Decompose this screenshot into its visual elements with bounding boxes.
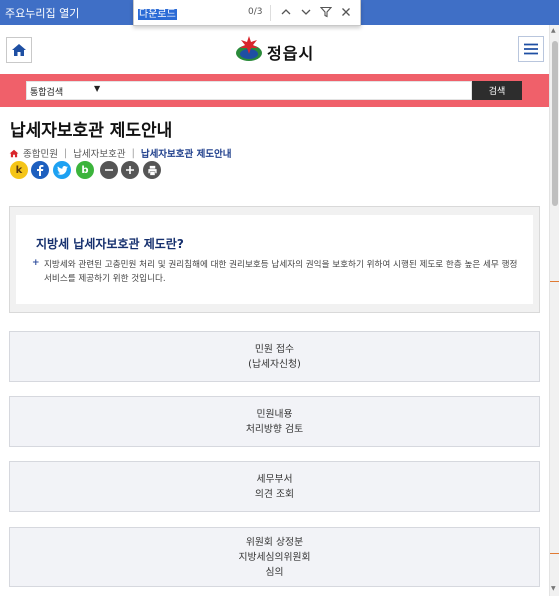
scroll-down-arrow-icon[interactable]: ▼: [551, 585, 556, 592]
step-line: 민원내용: [256, 408, 293, 420]
breadcrumb-current: 납세자보호관 제도안내: [140, 149, 232, 160]
twitter-icon: [56, 165, 68, 175]
step-line: 의견 조회: [254, 488, 295, 500]
info-card: 지방세 납세자보호관 제도란? + 지방세와 관련된 고충민원 처리 및 권리침…: [9, 206, 540, 313]
skip-link[interactable]: 주요누리집 열기: [5, 5, 79, 21]
band-icon: b: [81, 164, 89, 176]
find-next-button[interactable]: [297, 3, 315, 21]
find-query: 다운로드: [138, 9, 177, 20]
minus-icon: [105, 169, 113, 171]
info-heading: 지방세 납세자보호관 제도란?: [36, 237, 184, 251]
hamburger-icon: [524, 43, 538, 55]
process-step: 민원내용 처리방향 검토: [9, 396, 540, 447]
search-input[interactable]: 통합검색 ▼: [26, 81, 472, 100]
logo-text: 정읍시: [267, 44, 315, 63]
info-body: 지방세와 관련된 고충민원 처리 및 권리침해에 대한 권리보호등 납세자의 권…: [44, 260, 518, 284]
step-line: 민원 접수: [254, 343, 295, 355]
process-step: 위원회 상정분 지방세심의위원회 심의: [9, 527, 540, 587]
facebook-icon: [37, 165, 44, 176]
zoom-in-button[interactable]: [121, 161, 139, 179]
page-title: 납세자보호관 제도안내: [10, 121, 173, 141]
facebook-share-button[interactable]: [31, 161, 49, 179]
band-share-button[interactable]: b: [76, 161, 94, 179]
step-line: 처리방향 검토: [245, 423, 304, 435]
kakaostory-icon: k: [15, 164, 23, 176]
plus-bullet-icon: +: [32, 258, 40, 268]
step-line: 위원회 상정분: [245, 536, 304, 548]
chevron-down-icon: [301, 9, 311, 15]
find-close-button[interactable]: [337, 3, 355, 21]
find-input[interactable]: 다운로드: [138, 5, 177, 20]
find-match-marker: [550, 281, 559, 282]
chevron-up-icon: [281, 9, 291, 15]
step-line: 세무부서: [256, 473, 293, 485]
search-scope-value: 통합검색: [30, 88, 64, 98]
breadcrumb: 종합민원 | 납세자보호관 | 납세자보호관 제도안내: [9, 146, 238, 160]
process-step: 세무부서 의견 조회: [9, 461, 540, 512]
plus-icon: [126, 166, 134, 174]
logo-emblem-icon: [236, 36, 262, 61]
page-scrollbar[interactable]: ▲ ▼: [549, 25, 559, 596]
close-icon: [342, 8, 350, 16]
menu-button[interactable]: [518, 36, 544, 62]
breadcrumb-item[interactable]: 종합민원: [21, 146, 64, 160]
home-button[interactable]: [6, 37, 32, 63]
search-button[interactable]: 검색: [472, 81, 522, 100]
process-step: 민원 접수 (납세자신청): [9, 331, 540, 382]
find-match-marker: [550, 553, 559, 554]
print-button[interactable]: [143, 161, 161, 179]
breadcrumb-item[interactable]: 납세자보호관: [67, 146, 131, 160]
scroll-up-arrow-icon[interactable]: ▲: [551, 27, 556, 34]
print-icon: [147, 165, 157, 175]
scrollbar-thumb[interactable]: [552, 41, 558, 206]
step-line: 지방세심의위원회: [238, 551, 311, 563]
filter-icon: [320, 6, 332, 18]
kakaostory-share-button[interactable]: k: [10, 161, 28, 179]
info-card-inner: 지방세 납세자보호관 제도란? + 지방세와 관련된 고충민원 처리 및 권리침…: [16, 215, 533, 304]
find-divider: [270, 5, 271, 21]
site-logo[interactable]: 정읍시: [234, 32, 329, 66]
caret-down-icon: ▼: [94, 84, 101, 93]
home-icon: [12, 44, 26, 56]
zoom-out-button[interactable]: [100, 161, 118, 179]
step-line: (납세자신청): [248, 358, 301, 370]
search-scope-select[interactable]: 통합검색: [30, 85, 63, 98]
twitter-share-button[interactable]: [53, 161, 71, 179]
search-band: 통합검색 ▼ 검색: [0, 74, 549, 107]
find-filter-button[interactable]: [317, 3, 335, 21]
home-icon[interactable]: [9, 149, 19, 158]
find-bar: 다운로드 0/3: [133, 0, 361, 26]
find-previous-button[interactable]: [277, 3, 295, 21]
step-line: 심의: [265, 566, 284, 578]
find-match-count: 0/3: [248, 7, 263, 17]
